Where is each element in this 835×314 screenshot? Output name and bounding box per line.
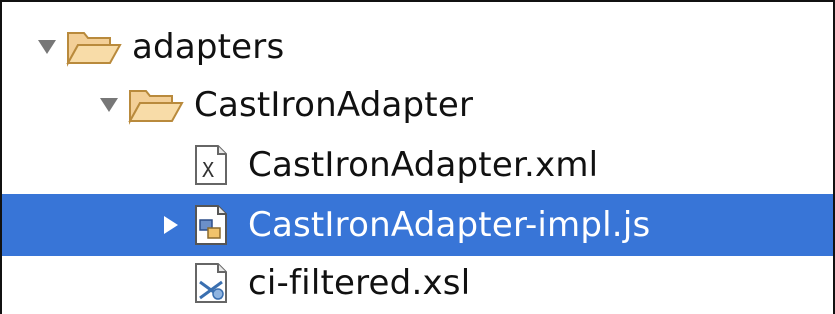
tree-item-ci-filtered-xsl[interactable]: ci-filtered.xsl (2, 252, 833, 314)
tree-item-label: adapters (132, 27, 285, 67)
tree-item-adapters[interactable]: adapters (2, 16, 833, 78)
file-tree-panel: adapters CastIronAdapter X CastIronAdapt… (0, 0, 835, 314)
tree-item-label: CastIronAdapter-impl.js (248, 205, 651, 245)
folder-open-icon (66, 16, 122, 78)
tree-item-castironadapter-impl-js[interactable]: CastIronAdapter-impl.js (2, 194, 833, 256)
tree-item-castironadapter-xml[interactable]: X CastIronAdapter.xml (2, 134, 833, 196)
tree-item-label: CastIronAdapter.xml (248, 145, 599, 185)
tree-item-label: ci-filtered.xsl (248, 263, 471, 303)
xsl-file-icon (194, 252, 228, 314)
tree-item-label: CastIronAdapter (194, 85, 474, 125)
expand-triangle-icon[interactable] (32, 16, 62, 78)
xml-file-icon-letter: X (202, 158, 214, 182)
tree-item-castironadapter-folder[interactable]: CastIronAdapter (2, 74, 833, 136)
expand-triangle-icon[interactable] (94, 74, 124, 136)
panel-border-top (0, 0, 835, 2)
folder-open-icon (128, 74, 184, 136)
js-file-icon (194, 194, 228, 256)
xml-file-icon: X (194, 134, 228, 196)
collapsed-triangle-icon[interactable] (156, 194, 186, 256)
